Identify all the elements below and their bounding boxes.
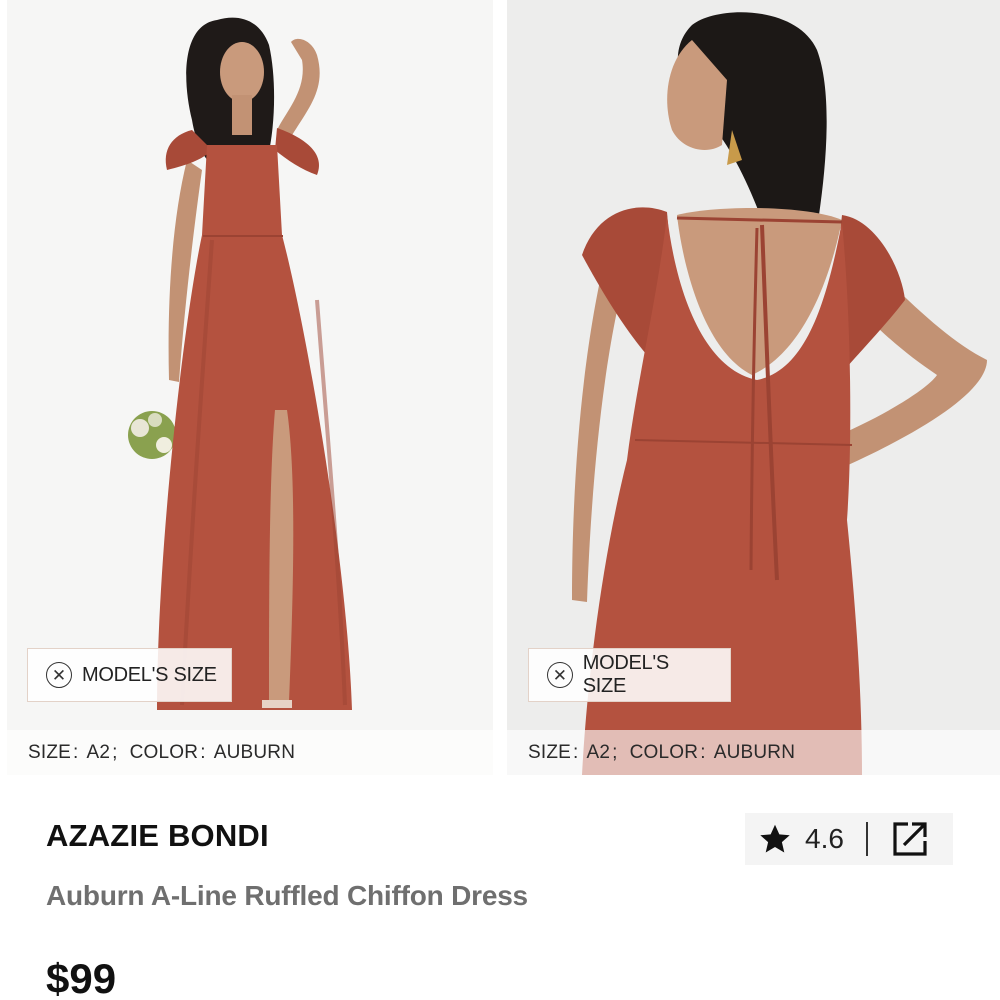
close-circle-icon: ✕ <box>547 662 573 688</box>
rating-share-box: 4.6 <box>745 813 953 865</box>
product-price: $99 <box>46 955 117 1000</box>
rating-value[interactable]: 4.6 <box>805 823 844 855</box>
brand-title: AZAZIE BONDI <box>46 818 269 853</box>
product-name: Auburn A-Line Ruffled Chiffon Dress <box>46 880 528 911</box>
model-size-button[interactable]: ✕ MODEL'S SIZE <box>27 648 232 702</box>
size-label: SIZE <box>28 741 72 763</box>
size-color-caption: SIZE: A2; COLOR: AUBURN <box>7 730 493 775</box>
close-circle-icon: ✕ <box>46 662 72 688</box>
size-value: A2 <box>86 741 111 763</box>
product-photo-front[interactable]: ✕ MODEL'S SIZE SIZE: A2; COLOR: AUBURN <box>7 0 493 775</box>
divider <box>865 822 868 856</box>
size-value: A2 <box>586 741 611 763</box>
model-size-label: MODEL'S SIZE <box>82 663 217 686</box>
size-label: SIZE <box>528 741 572 763</box>
size-color-caption: SIZE: A2; COLOR: AUBURN <box>507 730 1000 775</box>
color-value: AUBURN <box>213 741 296 763</box>
color-value: AUBURN <box>713 741 796 763</box>
color-label: COLOR <box>129 741 199 763</box>
color-label: COLOR <box>629 741 699 763</box>
product-image-gallery[interactable]: ✕ MODEL'S SIZE SIZE: A2; COLOR: AUBURN ✕… <box>0 0 1000 775</box>
model-size-label: MODEL'S SIZE <box>582 652 669 697</box>
product-photo-back[interactable]: ✕ MODEL'S SIZE SIZE: A2; COLOR: AUBURN <box>507 0 1000 775</box>
product-info: AZAZIE BONDI Auburn A-Line Ruffled Chiff… <box>0 775 1000 1000</box>
model-size-button[interactable]: ✕ MODEL'S SIZE <box>528 648 731 702</box>
star-icon <box>760 824 790 853</box>
share-external-icon[interactable] <box>890 819 930 859</box>
